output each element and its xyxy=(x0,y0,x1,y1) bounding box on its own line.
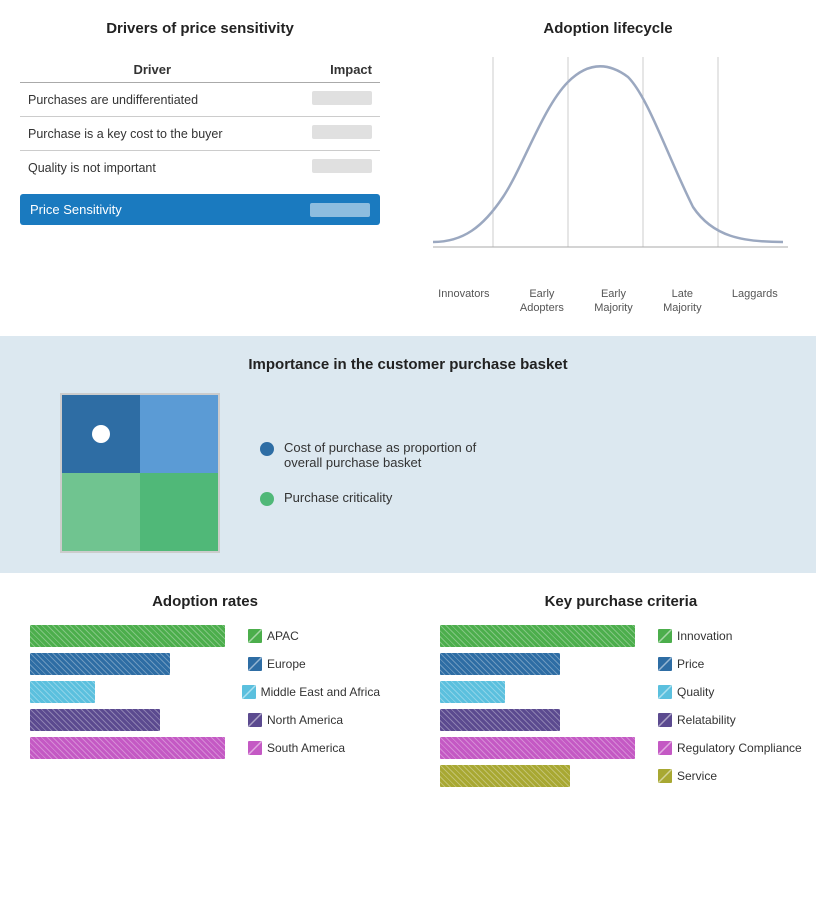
bar-label: Service xyxy=(658,769,717,783)
adoption-bar-row: South America xyxy=(30,737,380,759)
quadrant-chart xyxy=(60,393,220,553)
bar-fill xyxy=(30,681,95,703)
driver-row: Quality is not important xyxy=(20,151,380,185)
bar-fill xyxy=(440,737,635,759)
bar-label: Quality xyxy=(658,685,714,699)
hatch-icon xyxy=(248,713,262,727)
legend-dot-cost xyxy=(260,442,274,456)
bar-label: Middle East and Africa xyxy=(242,685,380,699)
legend-label-criticality: Purchase criticality xyxy=(284,490,392,505)
bar-fill xyxy=(440,625,635,647)
hatch-icon xyxy=(248,657,262,671)
driver-impact xyxy=(285,151,380,185)
basket-section: Importance in the customer purchase bask… xyxy=(0,336,816,573)
hatch-icon xyxy=(248,629,262,643)
bar-label: Europe xyxy=(248,657,306,671)
phase-early-majority: EarlyMajority xyxy=(594,287,633,316)
purchase-bar-chart: Innovation Price Quality Relatability Regula… xyxy=(440,625,802,787)
hatch-icon xyxy=(658,657,672,671)
phase-laggards: Laggards xyxy=(732,287,778,316)
bar-label: Price xyxy=(658,657,704,671)
legend-item-cost: Cost of purchase as proportion of overal… xyxy=(260,440,490,470)
key-purchase-title: Key purchase criteria xyxy=(440,593,802,610)
bar-label: APAC xyxy=(248,629,299,643)
legend-dot-criticality xyxy=(260,492,274,506)
drivers-title: Drivers of price sensitivity xyxy=(20,20,380,37)
adoption-rates-section: Adoption rates APAC Europe Middle East and… xyxy=(10,593,400,787)
phase-early-adopters: EarlyAdopters xyxy=(520,287,564,316)
bar-fill xyxy=(440,765,570,787)
quadrant-1 xyxy=(62,395,140,473)
col-driver: Driver xyxy=(20,57,285,83)
bar-label: South America xyxy=(248,741,345,755)
bar-fill xyxy=(440,653,560,675)
legend-item-criticality: Purchase criticality xyxy=(260,490,490,506)
driver-impact xyxy=(285,83,380,117)
price-sensitivity-row[interactable]: Price Sensitivity xyxy=(20,194,380,225)
phase-labels: Innovators EarlyAdopters EarlyMajority L… xyxy=(423,287,793,316)
purchase-bar-row: Innovation xyxy=(440,625,802,647)
driver-name: Quality is not important xyxy=(20,151,285,185)
driver-impact xyxy=(285,117,380,151)
bar-fill xyxy=(30,737,225,759)
hatch-icon xyxy=(242,685,256,699)
adoption-bar-row: North America xyxy=(30,709,380,731)
purchase-bar-row: Price xyxy=(440,653,802,675)
basket-title: Importance in the customer purchase bask… xyxy=(30,356,786,373)
purchase-bar-row: Regulatory Compliance xyxy=(440,737,802,759)
bar-fill xyxy=(30,625,225,647)
col-impact: Impact xyxy=(285,57,380,83)
adoption-bar-row: Europe xyxy=(30,653,380,675)
bar-label: Regulatory Compliance xyxy=(658,741,802,755)
key-purchase-section: Key purchase criteria Innovation Price Qua… xyxy=(420,593,816,787)
driver-name: Purchases are undifferentiated xyxy=(20,83,285,117)
purchase-bar-row: Service xyxy=(440,765,802,787)
phase-innovators: Innovators xyxy=(438,287,489,316)
adoption-bar-row: APAC xyxy=(30,625,380,647)
purchase-bar-row: Quality xyxy=(440,681,802,703)
driver-row: Purchases are undifferentiated xyxy=(20,83,380,117)
bar-fill xyxy=(30,709,160,731)
quadrant-4 xyxy=(140,473,218,551)
bar-fill xyxy=(440,709,560,731)
bar-label: North America xyxy=(248,713,343,727)
driver-name: Purchase is a key cost to the buyer xyxy=(20,117,285,151)
bar-fill xyxy=(440,681,505,703)
adoption-bar-row: Middle East and Africa xyxy=(30,681,380,703)
hatch-icon xyxy=(658,741,672,755)
hatch-icon xyxy=(658,769,672,783)
adoption-title: Adoption lifecycle xyxy=(420,20,796,37)
legend-label-cost: Cost of purchase as proportion of overal… xyxy=(284,440,490,470)
quadrant-3 xyxy=(62,473,140,551)
phase-late-majority: LateMajority xyxy=(663,287,702,316)
hatch-icon xyxy=(658,713,672,727)
price-sensitivity-label: Price Sensitivity xyxy=(30,202,122,217)
bar-fill xyxy=(30,653,170,675)
basket-legend: Cost of purchase as proportion of overal… xyxy=(260,440,490,506)
driver-row: Purchase is a key cost to the buyer xyxy=(20,117,380,151)
quadrant-2 xyxy=(140,395,218,473)
price-sensitivity-badge xyxy=(310,203,370,217)
hatch-icon xyxy=(658,685,672,699)
purchase-bar-row: Relatability xyxy=(440,709,802,731)
bar-label: Relatability xyxy=(658,713,736,727)
hatch-icon xyxy=(658,629,672,643)
adoption-bar-chart: APAC Europe Middle East and Africa North Am… xyxy=(30,625,380,759)
bar-label: Innovation xyxy=(658,629,732,643)
adoption-rates-title: Adoption rates xyxy=(30,593,380,610)
hatch-icon xyxy=(248,741,262,755)
